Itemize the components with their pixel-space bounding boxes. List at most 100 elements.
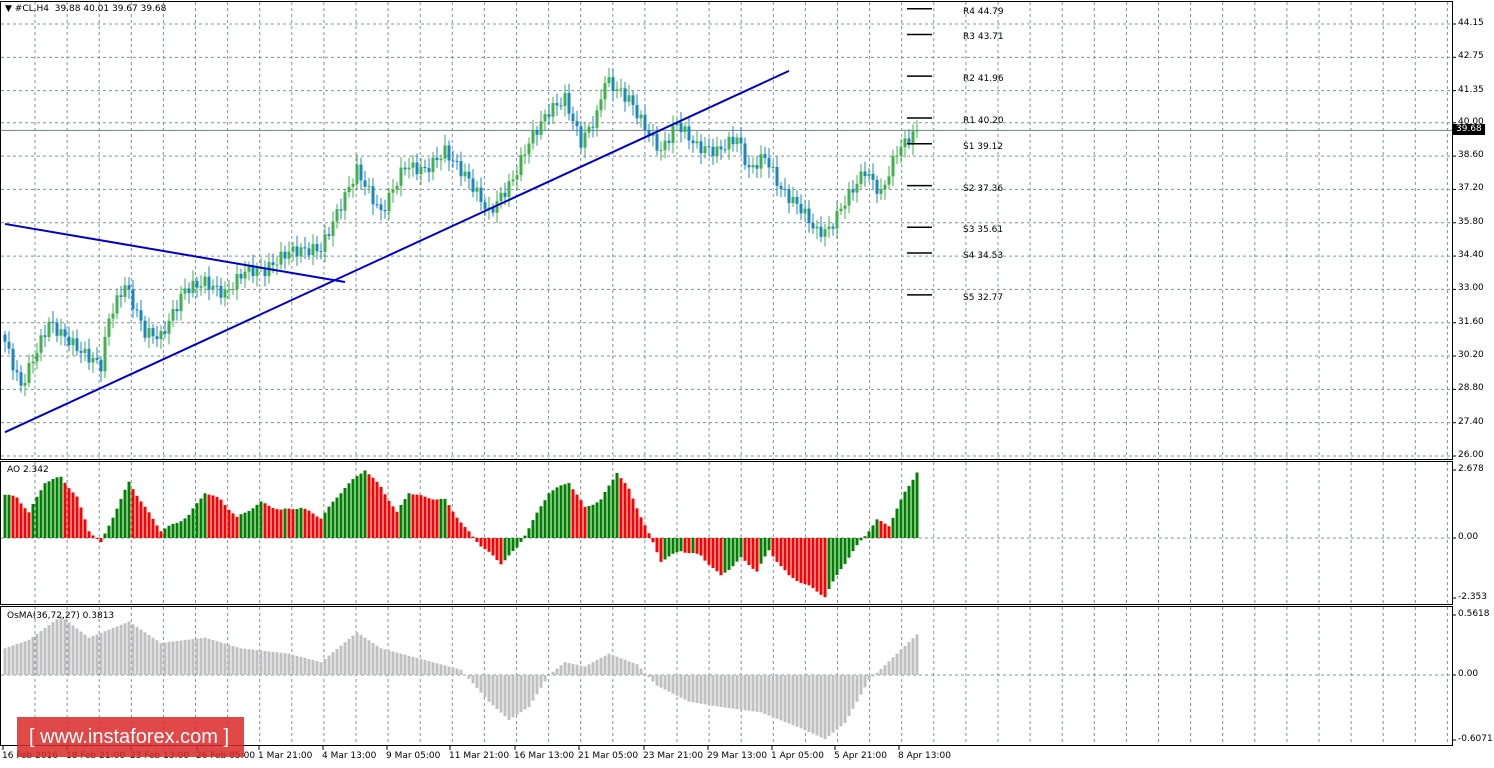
ao-bar (579, 500, 583, 538)
ao-bar (839, 538, 843, 570)
osma-bar (355, 632, 359, 675)
osma-bar (127, 621, 131, 675)
candle-body (55, 322, 59, 336)
ao-bar (875, 519, 879, 538)
ao-bar (119, 498, 123, 538)
ao-bar (295, 509, 299, 538)
osma-bar (607, 653, 611, 675)
candle-body (639, 114, 643, 119)
dropdown-arrow-icon[interactable]: ▼ (5, 4, 15, 14)
ao-bar (287, 508, 291, 538)
candle-body (671, 125, 675, 143)
ao-bar (907, 485, 911, 538)
ao-bar (831, 538, 835, 582)
candle-body (567, 93, 571, 114)
ao-bar (495, 538, 499, 561)
candle-body (243, 271, 247, 279)
candle-body (415, 162, 419, 175)
ao-bar (871, 525, 875, 538)
candle-body (63, 329, 67, 337)
osma-bar (567, 663, 571, 675)
osma-bar (291, 654, 295, 675)
candle-body (807, 208, 811, 224)
ao-bar (87, 531, 91, 538)
osma-bar (563, 662, 567, 675)
ao-bar (147, 512, 151, 538)
ao-bar (479, 538, 483, 547)
osma-bar (295, 655, 299, 675)
ao-bar (911, 479, 915, 538)
ao-bar (815, 538, 819, 592)
ao-bar (31, 503, 35, 538)
osma-bar (723, 675, 727, 708)
osma-bar (323, 658, 327, 675)
osma-bar (667, 675, 671, 692)
osma-axis-label: 0.00 (1458, 669, 1479, 679)
osma-bar (399, 653, 403, 675)
candle-body (75, 338, 79, 351)
candle-body (463, 171, 467, 177)
osma-bar (647, 675, 651, 678)
ao-bar (571, 489, 575, 538)
osma-bar (731, 675, 735, 709)
candle-body (591, 126, 595, 128)
candle-body (123, 285, 127, 297)
ao-bar (475, 538, 479, 543)
ao-bar (903, 491, 907, 538)
candle-body (611, 77, 615, 91)
osma-bar (571, 663, 575, 675)
ao-bar (251, 508, 255, 538)
ao-bar (67, 488, 71, 538)
ao-bar (731, 538, 735, 567)
osma-bar (59, 616, 63, 675)
candle-body (367, 186, 371, 188)
osma-bar (823, 675, 827, 740)
ao-bar (351, 479, 355, 538)
candle-body (879, 189, 883, 194)
candle-body (343, 192, 347, 211)
ao-bar (215, 497, 219, 538)
osma-bar (175, 641, 179, 675)
time-axis-label: 1 Apr 05:00 (771, 751, 824, 761)
symbol-label: #CL,H4 (14, 4, 49, 14)
osma-bar (3, 648, 7, 675)
osma-bar (383, 649, 387, 675)
ao-bar (575, 494, 579, 538)
chart-canvas[interactable] (0, 0, 1494, 768)
candle-body (507, 181, 511, 197)
candle-body (11, 348, 15, 371)
candle-body (327, 234, 331, 236)
candle-body (891, 156, 895, 177)
candle-body (871, 173, 875, 180)
osma-bar (455, 668, 459, 675)
osma-bar (575, 664, 579, 675)
osma-bar (715, 675, 719, 707)
osma-bar (407, 655, 411, 675)
candle-body (783, 188, 787, 190)
ao-bar (211, 495, 215, 538)
ao-bar (135, 495, 139, 538)
candle-body (643, 114, 647, 131)
candle-body (887, 176, 891, 185)
osma-bar (875, 672, 879, 675)
candle-body (735, 137, 739, 145)
candle-body (31, 361, 35, 363)
osma-bar (39, 630, 43, 675)
ao-bar (859, 538, 863, 541)
candle-body (363, 180, 367, 187)
candle-body (159, 331, 163, 339)
osma-bar (911, 638, 915, 675)
osma-bar (431, 662, 435, 675)
pivot-label: S5 32.77 (963, 292, 1004, 303)
candle-body (587, 126, 591, 133)
candle-body (883, 184, 887, 190)
candle-body (203, 276, 207, 286)
ao-bar (727, 538, 731, 570)
osma-bar (263, 650, 267, 675)
candle-body (119, 295, 123, 297)
osma-bar (443, 665, 447, 675)
candle-body (167, 320, 171, 334)
ao-bar (71, 492, 75, 538)
price-axis-label: 26.00 (1458, 450, 1484, 460)
ao-bar (171, 523, 175, 538)
